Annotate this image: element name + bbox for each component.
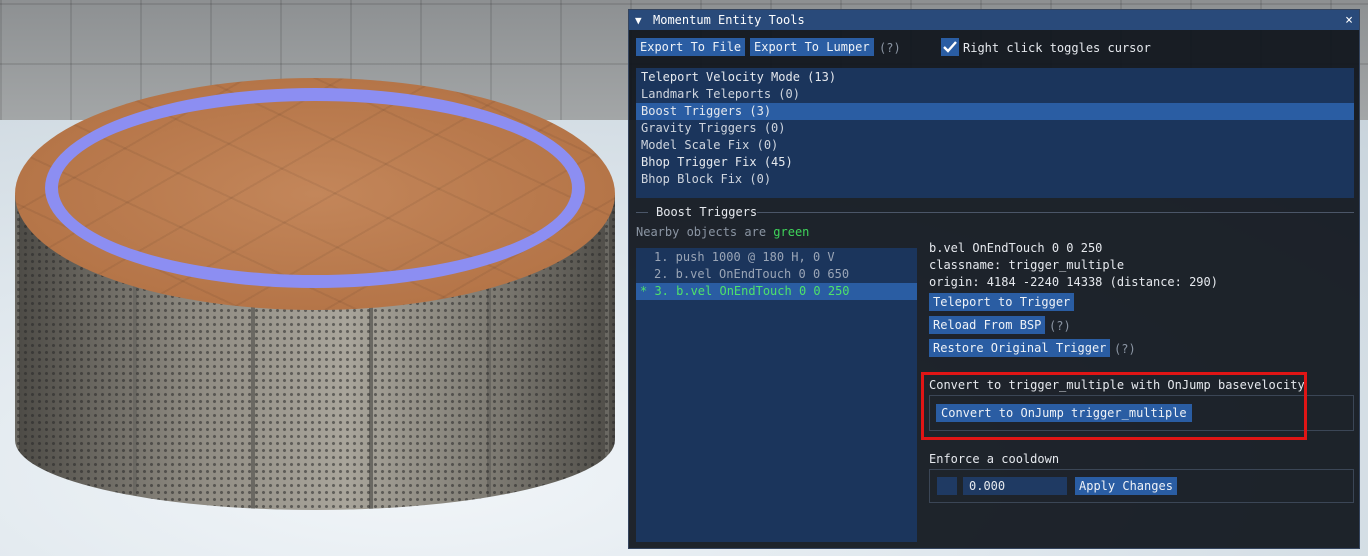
tool-item-label: Gravity Triggers (0) xyxy=(641,121,786,135)
tool-item-label: Teleport Velocity Mode (13) xyxy=(641,70,837,84)
list-item-trigger-2[interactable]: 2. b.vel OnEndTouch 0 0 650 xyxy=(636,266,917,283)
window-titlebar[interactable]: ▼ Momentum Entity Tools × xyxy=(629,10,1359,30)
collapse-arrow-icon[interactable]: ▼ xyxy=(635,14,653,27)
highlight-box xyxy=(921,372,1307,440)
tool-item-bhop-block-fix[interactable]: Bhop Block Fix (0) xyxy=(636,171,1354,188)
entity-tools-window: ▼ Momentum Entity Tools × Export To File… xyxy=(628,9,1360,549)
tool-item-bhop-trigger-fix[interactable]: Bhop Trigger Fix (45) xyxy=(636,154,1354,171)
trigger-origin: origin: 4184 -2240 14338 (distance: 290) xyxy=(929,275,1218,289)
section-title: Boost Triggers xyxy=(656,205,758,219)
nearby-objects-prefix: Nearby objects are xyxy=(636,225,767,239)
apply-changes-button[interactable]: Apply Changes xyxy=(1075,477,1177,495)
list-item-label: 1. push 1000 @ 180 H, 0 V xyxy=(654,250,835,264)
tool-list: Teleport Velocity Mode (13) Landmark Tel… xyxy=(636,68,1354,198)
list-item-label: 2. b.vel OnEndTouch 0 0 650 xyxy=(654,267,850,281)
export-to-lumper-button[interactable]: Export To Lumper xyxy=(750,38,874,56)
tool-item-boost-triggers[interactable]: Boost Triggers (3) xyxy=(636,103,1354,120)
tool-item-label: Model Scale Fix (0) xyxy=(641,138,779,152)
teleport-to-trigger-button[interactable]: Teleport to Trigger xyxy=(929,293,1075,311)
tool-item-label: Bhop Block Fix (0) xyxy=(641,172,772,186)
cooldown-enable-checkbox[interactable] xyxy=(937,477,957,495)
tool-item-teleport-velocity[interactable]: Teleport Velocity Mode (13) xyxy=(636,69,1354,86)
restore-help-icon[interactable]: (?) xyxy=(1114,342,1136,356)
list-item-label: * 3. b.vel OnEndTouch 0 0 250 xyxy=(640,284,850,298)
restore-original-trigger-button[interactable]: Restore Original Trigger xyxy=(929,339,1111,357)
checkmark-icon xyxy=(943,41,957,53)
section-separator-left xyxy=(636,212,648,213)
right-click-toggle-label: Right click toggles cursor xyxy=(963,41,1151,55)
trigger-classname: classname: trigger_multiple xyxy=(929,258,1125,272)
window-title: Momentum Entity Tools xyxy=(653,13,805,27)
tool-item-gravity-triggers[interactable]: Gravity Triggers (0) xyxy=(636,120,1354,137)
boost-trigger-ring xyxy=(45,88,585,288)
list-item-trigger-1[interactable]: 1. push 1000 @ 180 H, 0 V xyxy=(636,249,917,266)
reload-from-bsp-button[interactable]: Reload From BSP xyxy=(929,316,1046,334)
cooldown-value-input[interactable]: 0.000 xyxy=(963,477,1067,495)
tool-item-label: Bhop Trigger Fix (45) xyxy=(641,155,793,169)
close-icon[interactable]: × xyxy=(1345,13,1353,28)
tool-item-label: Boost Triggers (3) xyxy=(641,104,772,118)
trigger-name: b.vel OnEndTouch 0 0 250 xyxy=(929,241,1103,255)
section-separator-right xyxy=(757,212,1354,213)
nearby-objects-hint: Nearby objects are green xyxy=(636,225,809,239)
tool-item-model-scale-fix[interactable]: Model Scale Fix (0) xyxy=(636,137,1354,154)
nearby-color-word: green xyxy=(773,225,810,239)
tool-item-label: Landmark Teleports (0) xyxy=(641,87,800,101)
reload-help-icon[interactable]: (?) xyxy=(1049,319,1071,333)
trigger-object-list: 1. push 1000 @ 180 H, 0 V 2. b.vel OnEnd… xyxy=(636,248,917,542)
export-to-file-button[interactable]: Export To File xyxy=(636,38,746,56)
tool-item-landmark-teleports[interactable]: Landmark Teleports (0) xyxy=(636,86,1354,103)
cooldown-heading: Enforce a cooldown xyxy=(929,452,1060,466)
right-click-toggle-checkbox[interactable] xyxy=(941,38,959,56)
export-help-icon[interactable]: (?) xyxy=(879,41,901,55)
list-item-trigger-3[interactable]: * 3. b.vel OnEndTouch 0 0 250 xyxy=(636,283,917,300)
